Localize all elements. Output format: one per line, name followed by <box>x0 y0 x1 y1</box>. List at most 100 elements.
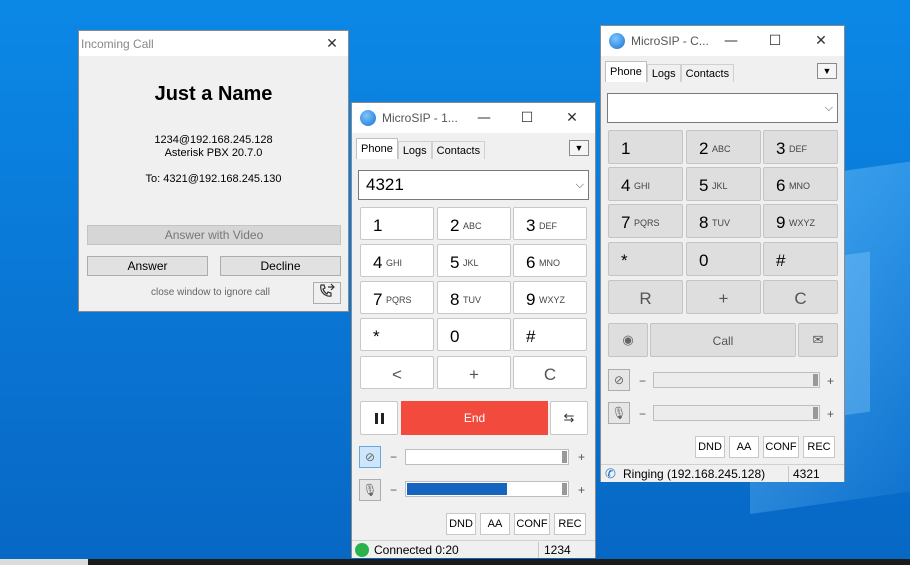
chevron-down-icon[interactable]: ⌵ <box>576 171 584 199</box>
status-account: 4321 <box>793 467 820 481</box>
key-2[interactable]: 2 ABC <box>686 130 761 164</box>
slider-thumb[interactable] <box>813 407 818 419</box>
key-1[interactable]: 1 <box>360 207 434 240</box>
key-0[interactable]: 0 <box>686 242 761 276</box>
key-4[interactable]: 4 GHI <box>608 167 683 201</box>
key-9[interactable]: 9 WXYZ <box>763 204 838 238</box>
record-button[interactable]: REC <box>554 513 586 535</box>
close-icon[interactable]: ✕ <box>320 33 344 55</box>
clear-button[interactable]: C <box>763 280 838 314</box>
call-forward-icon[interactable] <box>313 282 341 304</box>
speaker-mute-icon[interactable]: ⊘ <box>608 369 630 391</box>
answer-with-video-button[interactable]: Answer with Video <box>87 225 341 245</box>
close-icon[interactable]: ✕ <box>809 30 833 52</box>
key-7[interactable]: 7 PQRS <box>608 204 683 238</box>
status-separator <box>538 542 539 558</box>
tab-contacts[interactable]: Contacts <box>680 64 735 82</box>
transfer-icon: ⇆ <box>563 410 575 425</box>
conference-button[interactable]: CONF <box>763 436 799 458</box>
key-6[interactable]: 6 MNO <box>513 244 587 277</box>
mic-plus: + <box>578 483 586 497</box>
backspace-button[interactable]: < <box>360 356 434 389</box>
maximize-icon[interactable]: ☐ <box>763 30 787 52</box>
decline-button[interactable]: Decline <box>220 256 341 276</box>
key-3[interactable]: 3 DEF <box>763 130 838 164</box>
microphone-level-slider[interactable] <box>405 481 569 497</box>
call-button[interactable]: Call <box>650 323 796 357</box>
menu-dropdown-button[interactable]: ▼ <box>569 140 589 156</box>
end-call-button[interactable]: End <box>401 401 548 435</box>
close-icon[interactable]: ✕ <box>560 107 584 129</box>
mic-level-fill <box>407 483 508 495</box>
mic-minus: − <box>390 483 398 497</box>
answer-button[interactable]: Answer <box>87 256 208 276</box>
dnd-button[interactable]: DND <box>446 513 476 535</box>
status-bar: Connected 0:20 1234 <box>352 540 595 558</box>
slider-thumb[interactable] <box>813 374 818 386</box>
microphone-level-slider[interactable] <box>653 405 820 421</box>
transfer-button[interactable]: ⇆ <box>550 401 588 435</box>
tab-phone[interactable]: Phone <box>605 61 647 82</box>
taskbar-segment <box>0 559 88 565</box>
key-0[interactable]: 0 <box>437 318 511 351</box>
microphone-icon[interactable]: 🎙 <box>608 402 630 424</box>
dnd-button[interactable]: DND <box>695 436 725 458</box>
window-2-tabs: Phone Logs Contacts <box>605 61 735 82</box>
microsip-logo-icon <box>609 33 625 49</box>
tab-phone[interactable]: Phone <box>356 138 398 159</box>
key-5[interactable]: 5 JKL <box>437 244 511 277</box>
plus-button[interactable]: + <box>686 280 761 314</box>
hold-button[interactable] <box>360 401 398 435</box>
key-2[interactable]: 2 ABC <box>437 207 511 240</box>
key-star[interactable]: * <box>360 318 434 351</box>
tab-logs[interactable]: Logs <box>646 64 681 82</box>
conference-button[interactable]: CONF <box>514 513 550 535</box>
microphone-icon[interactable]: 🎙 <box>359 479 381 501</box>
message-button[interactable]: ✉ <box>798 323 838 357</box>
key-1[interactable]: 1 <box>608 130 683 164</box>
dial-number-input[interactable]: 4321 ⌵ <box>358 170 589 200</box>
key-9[interactable]: 9 WXYZ <box>513 281 587 314</box>
chevron-down-icon[interactable]: ⌵ <box>825 94 833 122</box>
key-8[interactable]: 8 TUV <box>686 204 761 238</box>
minimize-icon[interactable]: — <box>719 30 743 52</box>
key-star[interactable]: * <box>608 242 683 276</box>
caller-name: Just a Name <box>154 83 273 105</box>
key-5[interactable]: 5 JKL <box>686 167 761 201</box>
dial-number-input[interactable]: ⌵ <box>607 93 838 123</box>
mic-plus: + <box>827 407 835 421</box>
pause-icon <box>375 413 378 424</box>
slider-thumb[interactable] <box>562 483 567 495</box>
speaker-volume-slider[interactable] <box>405 449 569 465</box>
maximize-icon[interactable]: ☐ <box>515 107 539 129</box>
menu-dropdown-button[interactable]: ▼ <box>817 63 837 79</box>
auto-answer-button[interactable]: AA <box>480 513 510 535</box>
plus-button[interactable]: + <box>437 356 511 389</box>
incoming-titlebar: Incoming Call ✕ <box>79 31 348 56</box>
auto-answer-button[interactable]: AA <box>729 436 759 458</box>
webcam-icon: ◉ <box>622 332 634 347</box>
key-3[interactable]: 3 DEF <box>513 207 587 240</box>
key-hash[interactable]: # <box>763 242 838 276</box>
key-8[interactable]: 8 TUV <box>437 281 511 314</box>
ignore-hint: close window to ignore call <box>151 287 270 298</box>
tab-logs[interactable]: Logs <box>397 141 432 159</box>
key-6[interactable]: 6 MNO <box>763 167 838 201</box>
caller-uri: 1234@192.168.245.128 <box>154 134 273 146</box>
key-7[interactable]: 7 PQRS <box>360 281 434 314</box>
speaker-mute-icon[interactable]: ⊘ <box>359 446 381 468</box>
video-call-button[interactable]: ◉ <box>608 323 648 357</box>
redial-button[interactable]: R <box>608 280 683 314</box>
microsip-logo-icon <box>360 110 376 126</box>
clear-button[interactable]: C <box>513 356 587 389</box>
ringing-status-icon: ✆ <box>605 466 616 481</box>
key-hash[interactable]: # <box>513 318 587 351</box>
key-4[interactable]: 4 GHI <box>360 244 434 277</box>
status-text: Ringing (192.168.245.128) <box>623 467 766 481</box>
minimize-icon[interactable]: — <box>472 107 496 129</box>
speaker-volume-slider[interactable] <box>653 372 820 388</box>
record-button[interactable]: REC <box>803 436 835 458</box>
slider-thumb[interactable] <box>562 451 567 463</box>
tab-contacts[interactable]: Contacts <box>431 141 486 159</box>
status-bar: ✆ Ringing (192.168.245.128) 4321 <box>601 464 844 482</box>
